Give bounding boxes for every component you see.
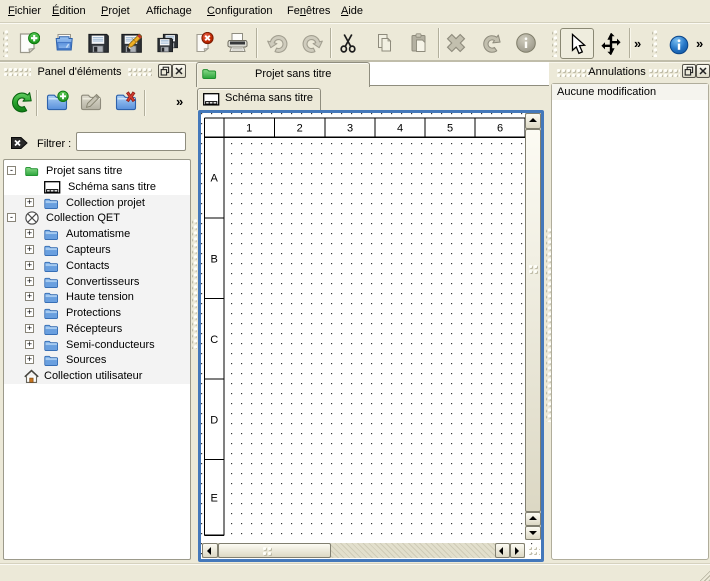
- svg-text:E: E: [211, 492, 218, 504]
- svg-text:4: 4: [397, 123, 403, 135]
- svg-text:D: D: [210, 414, 218, 426]
- svg-text:1: 1: [246, 123, 252, 135]
- svg-text:5: 5: [447, 123, 453, 135]
- svg-text:B: B: [211, 253, 218, 265]
- svg-text:A: A: [211, 173, 219, 185]
- svg-text:C: C: [210, 334, 218, 346]
- svg-text:6: 6: [497, 123, 503, 135]
- svg-text:3: 3: [347, 123, 353, 135]
- svg-text:2: 2: [297, 123, 303, 135]
